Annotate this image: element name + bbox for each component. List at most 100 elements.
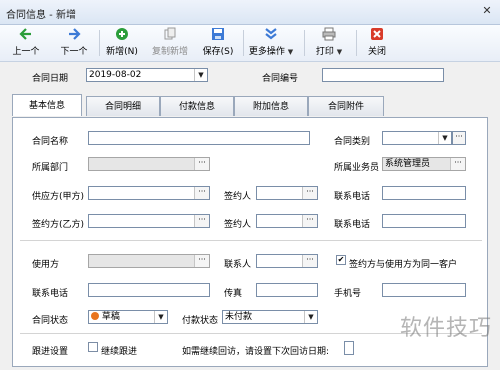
supplier-label: 供应方(甲方) — [32, 192, 85, 202]
salesman-value: 系统管理员 — [385, 159, 431, 169]
title-bar: 合同信息 - 新增 ✕ — [0, 0, 500, 25]
phone1-input[interactable] — [382, 186, 466, 200]
contract-type-more-button[interactable]: ··· — [452, 131, 466, 145]
tab-additional-info[interactable]: 附加信息 — [234, 96, 308, 116]
fax-input[interactable] — [256, 283, 318, 297]
mobile-input[interactable] — [382, 283, 466, 297]
watermark: 软件技巧 — [399, 316, 492, 341]
signer1-label: 签约人 — [224, 192, 252, 202]
arrow-right-icon — [69, 28, 81, 40]
more-actions-button[interactable]: 更多操作 ▼ — [248, 27, 294, 59]
tab-contract-details[interactable]: 合同明细 — [86, 96, 160, 116]
follow-hint: 如需继续回访，请设置下次回访日期: — [182, 347, 330, 357]
contact-phone-label: 联系电话 — [32, 289, 69, 299]
phone2-label: 联系电话 — [334, 220, 371, 230]
toolbar-divider — [356, 30, 357, 56]
ellipsis-icon[interactable]: ··· — [194, 215, 209, 227]
contract-type-select[interactable]: ▼ — [382, 131, 452, 145]
phone2-input[interactable] — [382, 214, 466, 228]
dept-label: 所属部门 — [32, 163, 69, 173]
toolbar-divider — [99, 30, 100, 56]
next-visit-date-input[interactable] — [344, 341, 354, 355]
contract-no-label: 合同编号 — [262, 74, 299, 84]
arrow-left-icon — [19, 28, 31, 40]
dropdown-arrow-icon[interactable]: ▼ — [438, 132, 451, 144]
contract-date-label: 合同日期 — [32, 74, 69, 84]
ellipsis-icon[interactable]: ··· — [194, 187, 209, 199]
dropdown-arrow-icon[interactable]: ▼ — [194, 69, 207, 81]
ellipsis-icon[interactable]: ··· — [194, 255, 209, 267]
next-button[interactable]: 下一个 — [56, 27, 92, 59]
status-dot-icon — [91, 312, 99, 320]
pay-status-value: 未付款 — [225, 312, 253, 322]
pay-status-label: 付款状态 — [182, 316, 219, 326]
double-chevron-down-icon — [265, 28, 277, 40]
toolbar-divider — [304, 30, 305, 56]
supplier-input[interactable]: ··· — [88, 186, 210, 200]
contact-phone-input[interactable] — [88, 283, 210, 297]
user-input[interactable]: ··· — [88, 254, 210, 268]
dropdown-arrow-icon[interactable]: ▼ — [304, 311, 317, 323]
ellipsis-icon[interactable]: ··· — [302, 255, 317, 267]
mobile-label: 手机号 — [334, 289, 362, 299]
contract-name-input[interactable] — [88, 131, 310, 145]
window-close-button[interactable]: ✕ — [480, 4, 494, 18]
dropdown-arrow-icon[interactable]: ▼ — [154, 311, 167, 323]
save-button[interactable]: 保存(S) — [200, 27, 236, 59]
signer2-input[interactable]: ··· — [256, 214, 318, 228]
caret-down-icon: ▼ — [336, 48, 343, 56]
status-value: 草稿 — [101, 312, 120, 322]
dept-input[interactable]: ··· — [88, 157, 210, 171]
tab-attachments[interactable]: 合同附件 — [308, 96, 384, 116]
ellipsis-icon[interactable]: ··· — [450, 158, 465, 170]
copy-new-label: 复制新增 — [151, 47, 188, 57]
window-title: 合同信息 - 新增 — [6, 10, 76, 21]
pay-status-select[interactable]: 未付款 ▼ — [222, 310, 318, 324]
party-b-input[interactable]: ··· — [88, 214, 210, 228]
contract-type-label: 合同类别 — [334, 137, 371, 147]
print-label: 打印 — [315, 47, 334, 57]
signer1-input[interactable]: ··· — [256, 186, 318, 200]
more-actions-label: 更多操作 — [248, 47, 285, 57]
new-label: 新增(N) — [106, 47, 138, 57]
prev-button[interactable]: 上一个 — [8, 27, 44, 59]
copy-new-button[interactable]: 复制新增 — [148, 27, 192, 59]
user-label: 使用方 — [32, 260, 60, 270]
toolbar-divider — [243, 30, 244, 56]
contract-date-picker[interactable]: 2019-08-02 ▼ — [86, 68, 208, 82]
salesman-label: 所属业务员 — [334, 163, 380, 173]
tab-basic-info[interactable]: 基本信息 — [12, 94, 82, 116]
ellipsis-icon[interactable]: ··· — [302, 215, 317, 227]
status-select[interactable]: 草稿 ▼ — [88, 310, 168, 324]
ellipsis-icon[interactable]: ··· — [194, 158, 209, 170]
close-button[interactable]: 关闭 — [362, 27, 392, 59]
toolbar: 上一个 下一个 新增(N) 复制新增 保存(S) 更多操作 ▼ 打印 ▼ 关闭 — [0, 25, 500, 62]
close-icon — [371, 28, 383, 40]
contact-input[interactable]: ··· — [256, 254, 318, 268]
caret-down-icon: ▼ — [287, 48, 294, 56]
continue-follow-label: 继续跟进 — [101, 347, 138, 357]
print-button[interactable]: 打印 ▼ — [310, 27, 348, 59]
fax-label: 传真 — [224, 289, 243, 299]
status-label: 合同状态 — [32, 316, 69, 326]
ellipsis-icon[interactable]: ··· — [302, 187, 317, 199]
phone1-label: 联系电话 — [334, 192, 371, 202]
printer-icon — [322, 27, 336, 41]
checkmark-icon: ✔ — [337, 255, 345, 264]
save-label: 保存(S) — [202, 47, 234, 57]
party-b-label: 签约方(乙方) — [32, 220, 85, 230]
continue-follow-checkbox[interactable] — [88, 342, 98, 352]
same-customer-checkbox[interactable]: ✔ — [336, 255, 346, 265]
contract-date-value: 2019-08-02 — [89, 70, 142, 80]
signer2-label: 签约人 — [224, 220, 252, 230]
section-divider — [20, 240, 482, 241]
next-label: 下一个 — [60, 47, 88, 57]
salesman-input[interactable]: 系统管理员 ··· — [382, 157, 466, 171]
same-customer-label: 签约方与使用方为同一客户 — [349, 260, 458, 270]
contract-no-input[interactable] — [322, 68, 444, 82]
new-button[interactable]: 新增(N) — [104, 27, 140, 59]
floppy-disk-icon — [212, 28, 224, 40]
tab-payment-info[interactable]: 付款信息 — [160, 96, 234, 116]
ellipsis-icon: ··· — [453, 132, 465, 144]
prev-label: 上一个 — [12, 47, 40, 57]
